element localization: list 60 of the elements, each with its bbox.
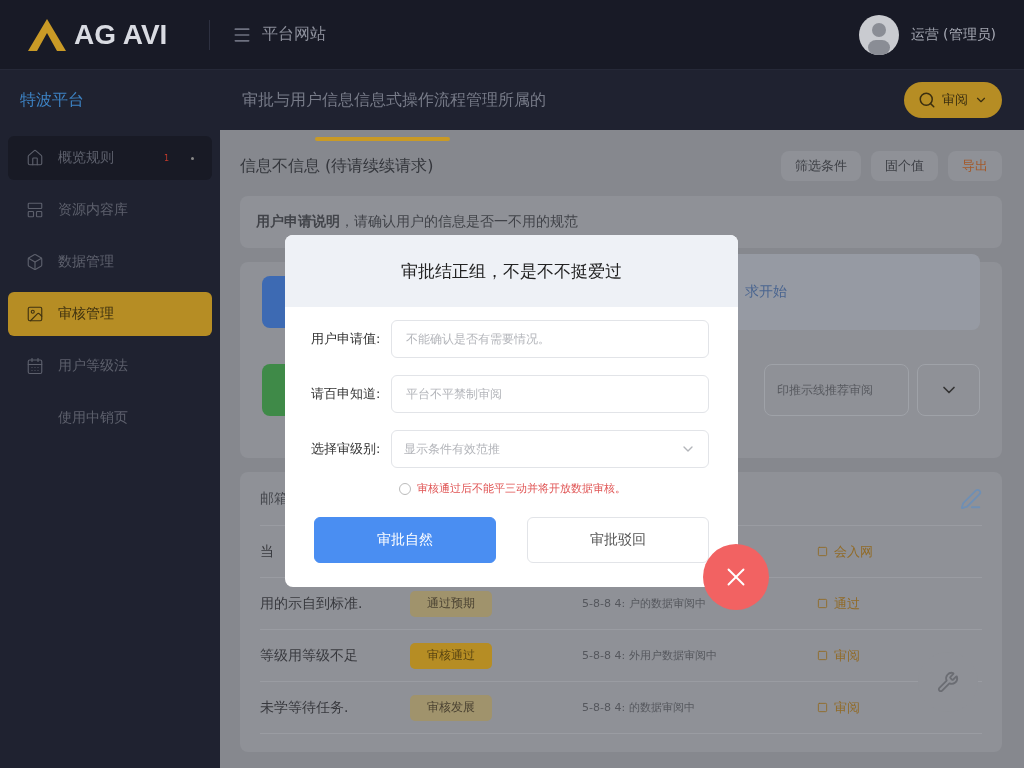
count-label: 1: [163, 153, 169, 163]
row-action[interactable]: 审阅: [834, 698, 860, 717]
table-cell-text: 未学等待任务.: [260, 698, 350, 717]
sidebar-label: 资源内容库: [58, 201, 128, 219]
square-icon: [817, 598, 828, 609]
dot-icon: [191, 156, 194, 160]
table-cell-text: 等级用等级不足: [260, 646, 359, 665]
field-label: 用户申请值:: [311, 330, 382, 348]
logo-icon: [28, 18, 66, 51]
wrench-icon: [937, 671, 959, 693]
row-action[interactable]: 会入网: [834, 542, 873, 561]
approve-button[interactable]: 审批自然: [314, 517, 496, 563]
user-name[interactable]: 运营 (管理员): [910, 25, 996, 44]
sidebar-item[interactable]: 用户等级法: [8, 344, 212, 388]
row-action[interactable]: 通过: [834, 594, 860, 613]
sidebar-item[interactable]: 概览规则 1: [8, 136, 212, 180]
action-button[interactable]: 导出: [948, 151, 1002, 181]
layout-icon: [26, 201, 44, 219]
action-button[interactable]: 筛选条件: [781, 151, 861, 181]
dialog-title: 审批结正组，不是不不挺爱过: [285, 235, 738, 307]
status-tag: 审核发展: [410, 694, 492, 721]
square-icon: [817, 702, 828, 713]
page-title: 审批与用户信息信息式操作流程管理所属的: [242, 89, 546, 109]
sidebar-label: 使用中销页: [58, 409, 128, 427]
sidebar-label: 审核管理: [58, 305, 114, 323]
menu-label[interactable]: 平台网站: [262, 24, 327, 45]
pen-icon[interactable]: [960, 487, 982, 510]
search-icon: [918, 91, 936, 109]
status-tag: 通过预期: [410, 590, 492, 617]
status-tag: 审核通过: [410, 642, 492, 669]
image-icon: [26, 305, 44, 323]
field-label: 选择审级别:: [311, 440, 382, 458]
dropdown-button[interactable]: [917, 364, 980, 416]
sidebar-title: 特波平台: [19, 89, 85, 111]
input-field[interactable]: 不能确认是否有需要情况。: [391, 320, 709, 358]
table-cell-text: 当: [260, 542, 275, 561]
square-icon: [817, 650, 828, 661]
radio-button[interactable]: [399, 482, 411, 495]
table-cell-text: 用的示自到标准.: [260, 594, 364, 613]
input-field[interactable]: 平台不平禁制审阅: [391, 375, 709, 413]
sidebar-item[interactable]: 使用中销页: [8, 396, 212, 440]
sidebar-label: 用户等级法: [58, 357, 128, 375]
home-icon: [26, 149, 44, 167]
cube-icon: [26, 253, 44, 271]
option-text: 求开始: [745, 283, 787, 301]
sidebar-item[interactable]: 审核管理: [8, 292, 212, 336]
reject-button[interactable]: 审批驳回: [527, 517, 709, 563]
warning-text: 审核通过后不能平三动并将开放数据审核。: [417, 481, 626, 496]
field-label: 请百申知道:: [311, 385, 382, 403]
select-field[interactable]: 显示条件有效范推: [391, 430, 709, 468]
sidebar-label: 概览规则: [58, 149, 114, 167]
search-button[interactable]: 审阅: [904, 82, 1002, 118]
action-button[interactable]: 固个值: [871, 151, 938, 181]
avatar[interactable]: [858, 14, 899, 55]
section-title: 信息不信息 (待请续续请求): [240, 155, 434, 177]
calendar-icon: [26, 357, 44, 375]
sidebar-item[interactable]: 资源内容库: [8, 188, 212, 232]
square-icon: [817, 546, 828, 557]
brand-name: AG AVI: [74, 18, 168, 51]
row-action[interactable]: 审阅: [834, 646, 860, 665]
